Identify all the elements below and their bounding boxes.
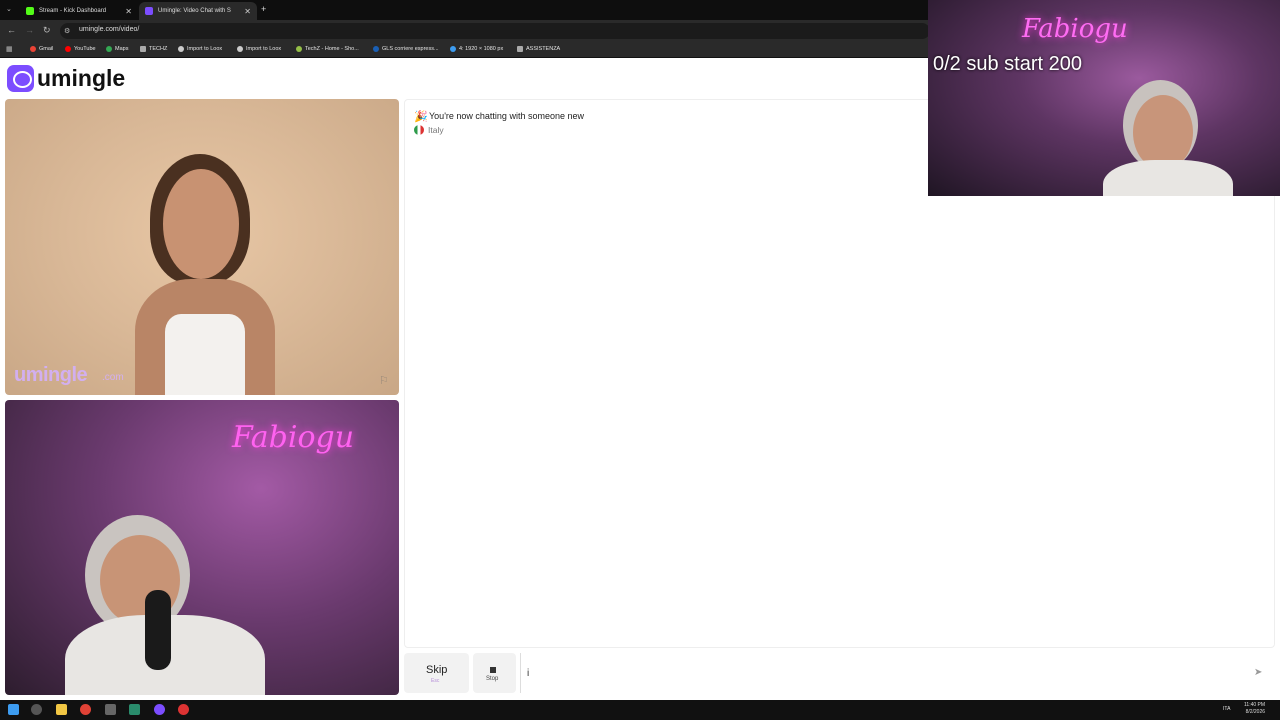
system-clock[interactable]: 11:40 PM 8/2/2026	[1244, 702, 1265, 716]
bookmark-gls[interactable]: GLS corriere espress...	[373, 46, 439, 52]
stop-icon	[490, 667, 496, 673]
bookmark-import-loox[interactable]: Import to Loox	[178, 46, 222, 52]
stranger-country: Italy	[428, 125, 444, 135]
umingle-watermark: umingle	[14, 364, 88, 386]
globe-icon	[450, 46, 456, 52]
italy-flag-icon	[414, 125, 424, 135]
tab-title: Umingle: Video Chat with S	[158, 8, 231, 14]
send-icon[interactable]: ➤	[1254, 667, 1262, 678]
globe-icon	[178, 46, 184, 52]
party-icon: 🎉	[414, 111, 428, 123]
tab-umingle[interactable]: Umingle: Video Chat with S ✕	[139, 2, 257, 20]
stop-button[interactable]	[473, 653, 516, 693]
overlay-neon-sign: Fabiogu	[1022, 14, 1128, 44]
back-icon[interactable]: ←	[7, 26, 16, 35]
report-flag-icon[interactable]: ⚐	[379, 374, 389, 387]
umingle-logo-icon[interactable]	[7, 65, 34, 92]
message-input[interactable]	[520, 653, 1275, 693]
bookmark-maps[interactable]: Maps	[106, 46, 128, 52]
site-info-icon[interactable]: ⚙	[64, 27, 70, 36]
file-explorer-icon[interactable]	[56, 704, 67, 715]
bookmark-techz-shop[interactable]: TechZ - Home - Sho...	[296, 46, 359, 52]
forward-icon[interactable]: →	[25, 26, 34, 35]
apps-icon[interactable]: ▦	[6, 45, 13, 54]
language-indicator[interactable]: ITA	[1223, 706, 1230, 712]
app-icon[interactable]	[129, 704, 140, 715]
globe-icon	[237, 46, 243, 52]
folder-icon	[140, 46, 146, 52]
bookmark-gmail[interactable]: Gmail	[30, 46, 53, 52]
umingle-icon	[145, 7, 153, 15]
close-icon[interactable]: ✕	[244, 7, 251, 16]
start-icon[interactable]	[8, 704, 19, 715]
bookmark-youtube[interactable]: YouTube	[65, 46, 96, 52]
logo-text[interactable]: umingle	[37, 65, 125, 92]
tab-kick-dashboard[interactable]: Stream - Kick Dashboard ✕	[20, 2, 138, 20]
bookmark-import-loox-2[interactable]: Import to Loox	[237, 46, 281, 52]
chat-status-message: You're now chatting with someone new	[429, 111, 584, 121]
youtube-icon	[65, 46, 71, 52]
new-tab-button[interactable]: +	[261, 5, 266, 14]
stop-label: Stop	[486, 676, 499, 682]
url-text: umingle.com/video/	[79, 26, 140, 33]
tab-title: Stream - Kick Dashboard	[39, 8, 107, 14]
bookmark-resolution[interactable]: 4: 1920 × 1080 px	[450, 46, 503, 52]
close-icon[interactable]: ✕	[125, 7, 132, 16]
search-icon[interactable]	[31, 704, 42, 715]
gmail-icon	[30, 46, 36, 52]
stranger-video	[5, 99, 399, 395]
windows-taskbar	[0, 700, 1280, 720]
shopify-icon	[296, 46, 302, 52]
address-bar[interactable]	[60, 23, 930, 39]
maps-icon	[106, 46, 112, 52]
obs-icon[interactable]	[105, 704, 116, 715]
skip-label: Skip	[426, 664, 448, 676]
bookmark-assistenza[interactable]: ASSISTENZA	[517, 46, 560, 52]
chrome-icon[interactable]	[80, 704, 91, 715]
tab-list-icon[interactable]: ⌄	[6, 5, 12, 14]
reload-icon[interactable]: ↻	[43, 26, 51, 35]
chrome-profile-icon[interactable]	[154, 704, 165, 715]
gls-icon	[373, 46, 379, 52]
neon-sign: Fabiogu	[232, 420, 355, 455]
umingle-watermark-suffix: .com	[102, 372, 124, 383]
record-icon[interactable]	[178, 704, 189, 715]
folder-icon	[517, 46, 523, 52]
kick-icon	[26, 7, 34, 15]
sub-goal-text: 0/2 sub start 200	[933, 53, 1082, 75]
bookmark-techz[interactable]: TECHZ	[140, 46, 167, 52]
skip-shortcut-hint: Esc	[431, 678, 440, 684]
